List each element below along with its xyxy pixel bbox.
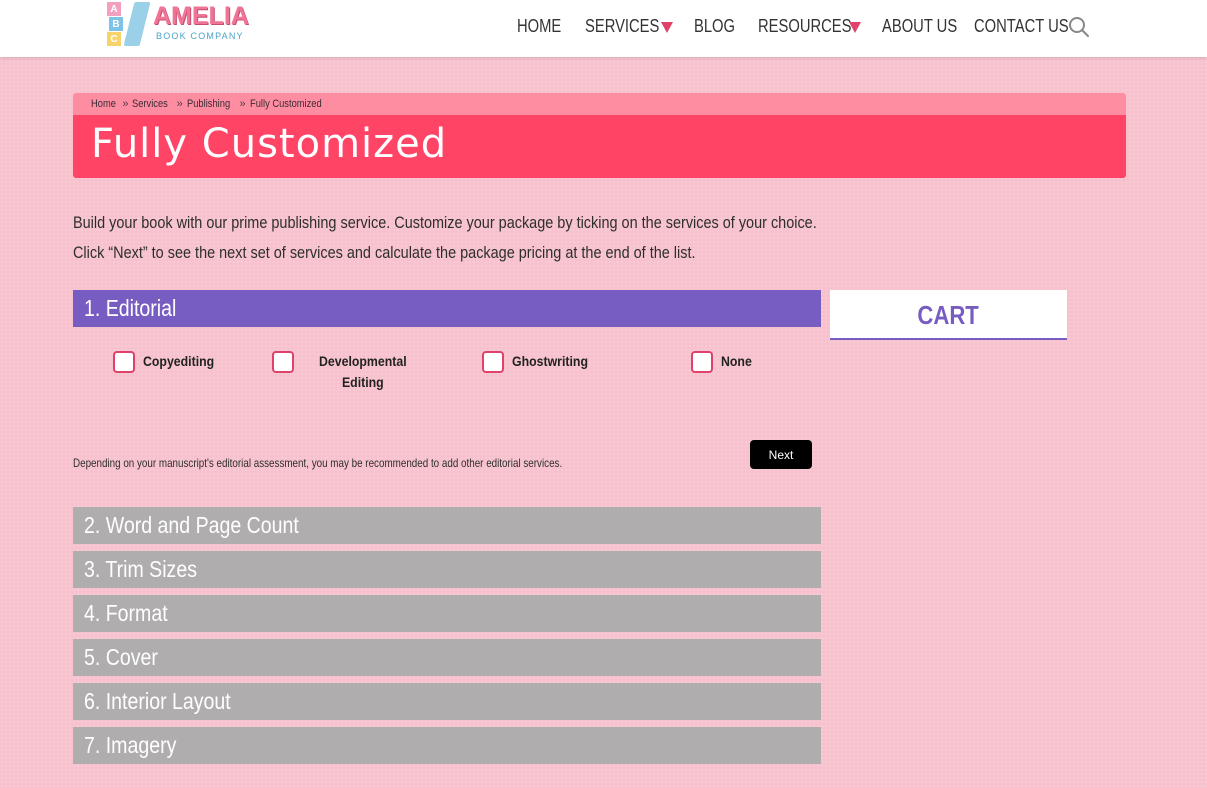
nav-blog[interactable]: BLOG <box>694 16 735 37</box>
intro-line-2: Click “Next” to see the next set of serv… <box>73 243 696 262</box>
option-label: Developmental Editing <box>319 351 407 393</box>
section-imagery-header[interactable]: 7. Imagery <box>73 727 821 764</box>
section-interior-layout-header[interactable]: 6. Interior Layout <box>73 683 821 720</box>
search-icon[interactable] <box>1068 16 1090 38</box>
option-label: Ghostwriting <box>512 353 588 369</box>
section-editorial-header[interactable]: 1. Editorial <box>73 290 821 327</box>
next-button[interactable]: Next <box>750 440 812 469</box>
option-developmental-editing[interactable]: Developmental Editing <box>272 351 419 393</box>
cart-panel[interactable]: CART <box>830 290 1067 340</box>
breadcrumb-separator: » <box>239 98 246 110</box>
resources-dropdown-icon[interactable] <box>849 22 861 33</box>
intro-text: Build your book with our prime publishin… <box>73 208 833 268</box>
section-format-header[interactable]: 4. Format <box>73 595 821 632</box>
section-label: 2. Word and Page Count <box>84 512 299 538</box>
option-label: Copyediting <box>143 353 215 369</box>
none-checkbox[interactable] <box>691 351 713 373</box>
editorial-note: Depending on your manuscript's editorial… <box>73 456 563 470</box>
nav-resources[interactable]: RESOURCES <box>758 16 852 37</box>
section-word-page-count-header[interactable]: 2. Word and Page Count <box>73 507 821 544</box>
section-trim-sizes-header[interactable]: 3. Trim Sizes <box>73 551 821 588</box>
option-copyediting[interactable]: Copyediting <box>113 351 224 373</box>
option-label-line-1: Developmental <box>319 353 407 369</box>
title-banner: Fully Customized <box>73 115 1126 178</box>
cart-label: CART <box>917 300 980 330</box>
breadcrumb-separator: » <box>176 98 183 110</box>
breadcrumb-publishing[interactable]: Publishing <box>187 93 230 115</box>
nav-about-us[interactable]: ABOUT US <box>882 16 957 37</box>
developmental-editing-checkbox[interactable] <box>272 351 294 373</box>
section-label: 3. Trim Sizes <box>84 556 197 582</box>
section-label: 1. Editorial <box>84 295 177 321</box>
section-label: 4. Format <box>84 600 168 626</box>
site-header: A B C AMELIA BOOK COMPANY HOME SERVICES … <box>0 0 1207 57</box>
breadcrumb-current: Fully Customized <box>249 98 322 110</box>
breadcrumb: Home» Services» Publishing» Fully Customize… <box>73 93 1126 115</box>
option-ghostwriting[interactable]: Ghostwriting <box>482 351 598 373</box>
breadcrumb-services[interactable]: Services <box>132 93 168 115</box>
nav-home[interactable]: HOME <box>517 16 561 37</box>
ghostwriting-checkbox[interactable] <box>482 351 504 373</box>
breadcrumb-home[interactable]: Home <box>91 93 116 115</box>
section-label: 7. Imagery <box>84 732 177 758</box>
option-none[interactable]: None <box>691 351 756 373</box>
section-label: 6. Interior Layout <box>84 688 231 714</box>
main-nav: HOME SERVICES BLOG RESOURCES ABOUT US CO… <box>0 0 1207 57</box>
breadcrumb-separator: » <box>122 98 129 110</box>
intro-line-1: Build your book with our prime publishin… <box>73 213 817 232</box>
nav-contact-us[interactable]: CONTACT US <box>974 16 1069 37</box>
section-label: 5. Cover <box>84 644 158 670</box>
services-dropdown-icon[interactable] <box>661 22 673 33</box>
copyediting-checkbox[interactable] <box>113 351 135 373</box>
option-label-line-2: Editing <box>341 374 384 390</box>
nav-services[interactable]: SERVICES <box>585 16 659 37</box>
section-cover-header[interactable]: 5. Cover <box>73 639 821 676</box>
option-label: None <box>721 353 752 369</box>
page-title: Fully Customized <box>91 121 448 167</box>
